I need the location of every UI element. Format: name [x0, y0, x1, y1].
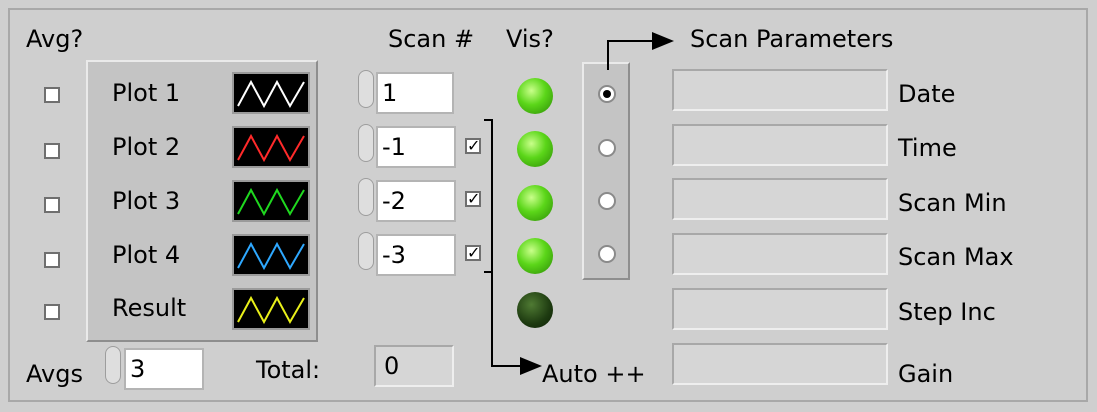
parameters-arrow-icon	[652, 32, 674, 50]
auto-arrow-icon	[520, 357, 542, 375]
wiring-lines	[484, 32, 674, 375]
